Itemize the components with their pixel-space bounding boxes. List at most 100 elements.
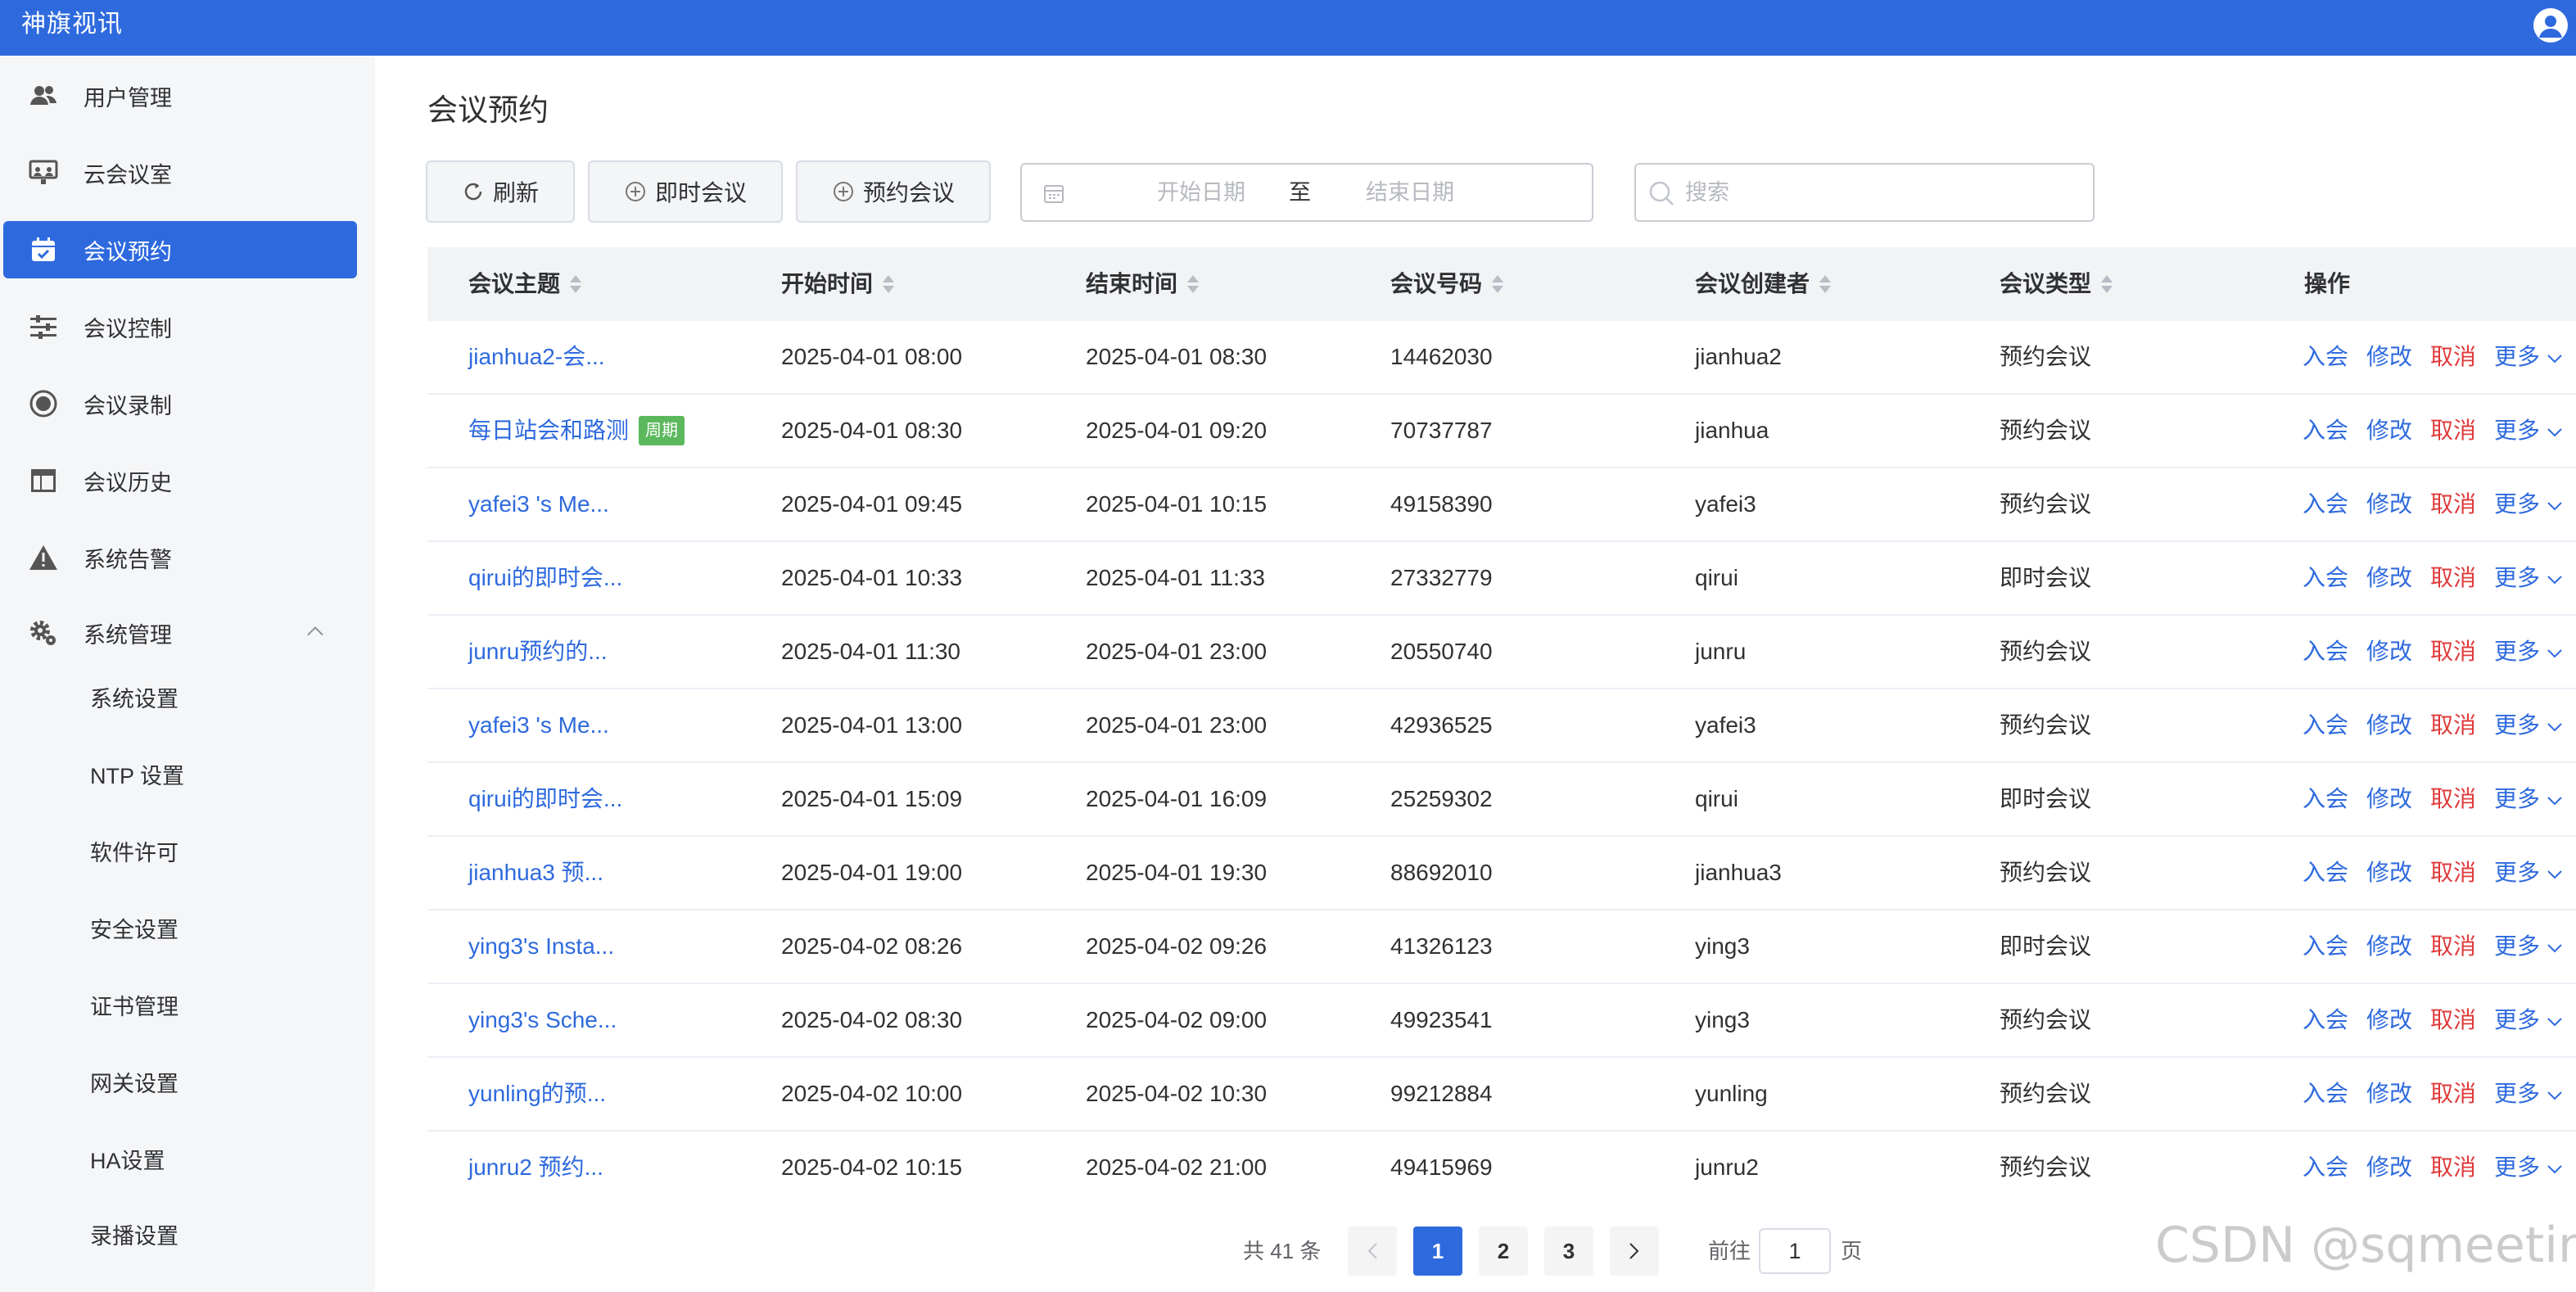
cell-subject[interactable]: 每日站会和路测 周期: [468, 395, 685, 467]
cell-subject[interactable]: yafei3 's Me...: [468, 468, 609, 540]
sidebar-item-meeting-booking[interactable]: 会议预约: [3, 221, 357, 278]
column-header-creator[interactable]: 会议创建者: [1695, 247, 1832, 321]
user-avatar-icon[interactable]: [2533, 8, 2568, 43]
sidebar-item-system-management[interactable]: 系统管理: [3, 604, 357, 662]
column-header-subject[interactable]: 会议主题: [468, 247, 582, 321]
cancel-button[interactable]: 取消: [2430, 418, 2476, 443]
edit-button[interactable]: 修改: [2366, 639, 2412, 664]
join-button[interactable]: 入会: [2303, 639, 2348, 664]
sort-icon[interactable]: [1187, 273, 1200, 295]
join-button[interactable]: 入会: [2303, 860, 2348, 885]
cancel-button[interactable]: 取消: [2430, 860, 2476, 885]
more-button[interactable]: 更多: [2494, 712, 2563, 738]
sidebar-item-system-alarms[interactable]: 系统告警: [3, 529, 357, 586]
join-button[interactable]: 入会: [2303, 786, 2348, 811]
sort-icon[interactable]: [883, 273, 895, 295]
prev-page-button[interactable]: [1348, 1226, 1397, 1276]
edit-button[interactable]: 修改: [2366, 565, 2412, 590]
edit-button[interactable]: 修改: [2366, 1081, 2412, 1106]
join-button[interactable]: 入会: [2303, 712, 2348, 738]
schedule-meeting-button[interactable]: 预约会议: [796, 160, 991, 223]
date-range-picker[interactable]: 开始日期 至 结束日期: [1020, 163, 1593, 222]
edit-button[interactable]: 修改: [2366, 712, 2412, 738]
sidebar-item-meeting-recording[interactable]: 会议录制: [3, 375, 357, 432]
cancel-button[interactable]: 取消: [2430, 344, 2476, 369]
cell-subject[interactable]: jianhua3 预...: [468, 837, 603, 909]
cell-subject[interactable]: junru2 预约...: [468, 1132, 603, 1186]
edit-button[interactable]: 修改: [2366, 418, 2412, 443]
start-date-input[interactable]: 开始日期: [1132, 165, 1271, 220]
search-input[interactable]: [1685, 173, 2078, 212]
sidebar-subitem-system-settings[interactable]: 系统设置: [3, 668, 357, 725]
cell-subject-text[interactable]: junru2 预约...: [468, 1154, 603, 1180]
cell-subject-text[interactable]: yafei3 's Me...: [468, 712, 609, 738]
more-button[interactable]: 更多: [2494, 786, 2563, 811]
cell-subject[interactable]: ying3's Sche...: [468, 984, 617, 1056]
join-button[interactable]: 入会: [2303, 933, 2348, 959]
more-button[interactable]: 更多: [2494, 491, 2563, 517]
sidebar-subitem-gateway-settings[interactable]: 网关设置: [3, 1053, 357, 1110]
join-button[interactable]: 入会: [2303, 1007, 2348, 1032]
page-button-2[interactable]: 2: [1479, 1226, 1528, 1276]
edit-button[interactable]: 修改: [2366, 933, 2412, 959]
cancel-button[interactable]: 取消: [2430, 933, 2476, 959]
cell-subject[interactable]: ying3's Insta...: [468, 910, 614, 983]
cell-subject[interactable]: yafei3 's Me...: [468, 689, 609, 761]
cell-subject-text[interactable]: yunling的预...: [468, 1081, 606, 1106]
cell-subject[interactable]: jianhua2-会...: [468, 321, 605, 393]
join-button[interactable]: 入会: [2303, 418, 2348, 443]
sidebar-subitem-security-settings[interactable]: 安全设置: [3, 899, 357, 956]
sort-icon[interactable]: [2101, 273, 2113, 295]
cancel-button[interactable]: 取消: [2430, 565, 2476, 590]
join-button[interactable]: 入会: [2303, 344, 2348, 369]
join-button[interactable]: 入会: [2303, 491, 2348, 517]
cancel-button[interactable]: 取消: [2430, 639, 2476, 664]
join-button[interactable]: 入会: [2303, 565, 2348, 590]
cancel-button[interactable]: 取消: [2430, 786, 2476, 811]
column-header-meeting-number[interactable]: 会议号码: [1390, 247, 1504, 321]
edit-button[interactable]: 修改: [2366, 1154, 2412, 1180]
sort-icon[interactable]: [570, 273, 582, 295]
cell-subject[interactable]: junru预约的...: [468, 616, 608, 688]
page-button-3[interactable]: 3: [1544, 1226, 1593, 1276]
sort-icon[interactable]: [1492, 273, 1504, 295]
sidebar-subitem-ntp-settings[interactable]: NTP 设置: [3, 745, 357, 802]
edit-button[interactable]: 修改: [2366, 860, 2412, 885]
more-button[interactable]: 更多: [2494, 933, 2563, 959]
sort-icon[interactable]: [1819, 273, 1832, 295]
cell-subject-text[interactable]: ying3's Sche...: [468, 1007, 617, 1032]
end-date-input[interactable]: 结束日期: [1366, 165, 1454, 220]
more-button[interactable]: 更多: [2494, 1081, 2563, 1106]
cell-subject[interactable]: qirui的即时会...: [468, 763, 622, 835]
join-button[interactable]: 入会: [2303, 1081, 2348, 1106]
more-button[interactable]: 更多: [2494, 565, 2563, 590]
edit-button[interactable]: 修改: [2366, 344, 2412, 369]
sidebar-subitem-recording-settings[interactable]: 录播设置: [3, 1205, 357, 1263]
column-header-type[interactable]: 会议类型: [2000, 247, 2113, 321]
sidebar-subitem-software-license[interactable]: 软件许可: [3, 822, 357, 879]
cell-subject-text[interactable]: 每日站会和路测: [468, 418, 629, 443]
more-button[interactable]: 更多: [2494, 639, 2563, 664]
sidebar-item-meeting-history[interactable]: 会议历史: [3, 452, 357, 509]
instant-meeting-button[interactable]: 即时会议: [588, 160, 783, 223]
cancel-button[interactable]: 取消: [2430, 1007, 2476, 1032]
more-button[interactable]: 更多: [2494, 1007, 2563, 1032]
cancel-button[interactable]: 取消: [2430, 1154, 2476, 1180]
sidebar-subitem-ha-settings[interactable]: HA设置: [3, 1130, 357, 1187]
more-button[interactable]: 更多: [2494, 344, 2563, 369]
sidebar-item-meeting-rooms[interactable]: 云会议室: [3, 144, 357, 201]
cell-subject-text[interactable]: ying3's Insta...: [468, 933, 614, 959]
cell-subject[interactable]: yunling的预...: [468, 1058, 606, 1130]
edit-button[interactable]: 修改: [2366, 786, 2412, 811]
column-header-end-time[interactable]: 结束时间: [1086, 247, 1200, 321]
sidebar-item-users[interactable]: 用户管理: [3, 67, 357, 124]
refresh-button[interactable]: 刷新: [426, 160, 575, 223]
next-page-button[interactable]: [1610, 1226, 1659, 1276]
cell-subject-text[interactable]: qirui的即时会...: [468, 565, 622, 590]
edit-button[interactable]: 修改: [2366, 491, 2412, 517]
edit-button[interactable]: 修改: [2366, 1007, 2412, 1032]
cell-subject[interactable]: qirui的即时会...: [468, 542, 622, 614]
more-button[interactable]: 更多: [2494, 860, 2563, 885]
cell-subject-text[interactable]: qirui的即时会...: [468, 786, 622, 811]
more-button[interactable]: 更多: [2494, 1154, 2563, 1180]
